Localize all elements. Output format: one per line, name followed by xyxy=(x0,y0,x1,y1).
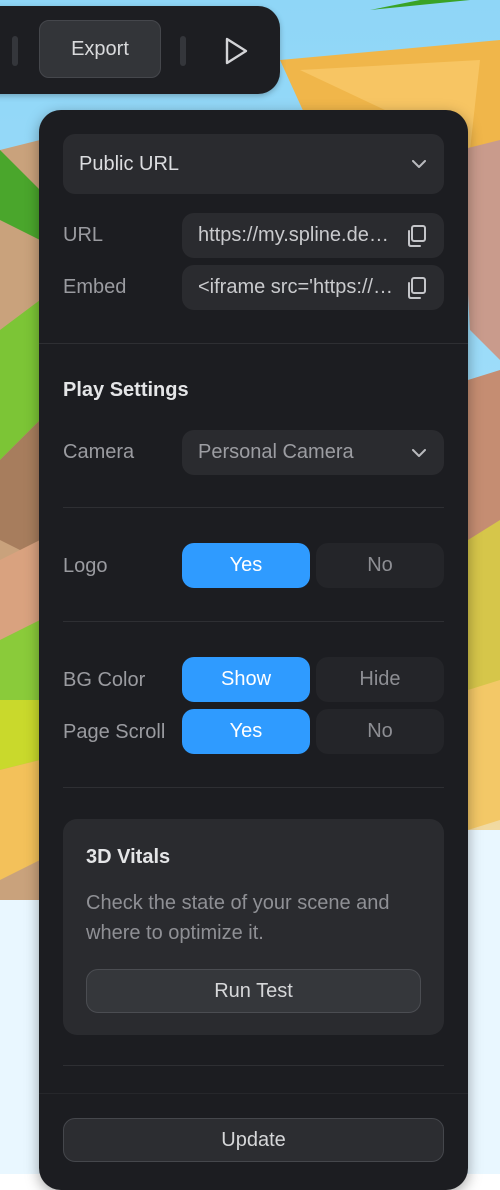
vitals-description: Check the state of your scene and where … xyxy=(86,888,390,948)
bg-color-label: BG Color xyxy=(63,669,146,691)
embed-value: <iframe src='https://my.spline.design/ xyxy=(198,276,394,298)
section-divider xyxy=(63,1065,444,1066)
logo-label: Logo xyxy=(63,555,108,577)
visibility-selected: Public URL xyxy=(79,152,180,175)
footer-divider xyxy=(39,1093,468,1094)
play-icon[interactable] xyxy=(222,36,250,66)
export-button[interactable]: Export xyxy=(39,20,161,78)
embed-label: Embed xyxy=(63,276,127,298)
chevron-down-icon xyxy=(412,160,426,168)
vitals-description-line: where to optimize it. xyxy=(86,922,264,944)
toolbar-divider xyxy=(12,36,18,66)
section-divider xyxy=(63,621,444,622)
camera-label: Camera xyxy=(63,441,135,463)
camera-dropdown[interactable]: Personal Camera xyxy=(182,430,444,475)
logo-yes-button[interactable]: Yes xyxy=(182,543,310,588)
copy-icon[interactable] xyxy=(404,276,428,300)
run-test-button[interactable]: Run Test xyxy=(86,969,421,1013)
chevron-down-icon xyxy=(412,448,426,457)
url-field[interactable]: https://my.spline.design/ xyxy=(182,213,444,258)
top-toolbar: Export xyxy=(0,6,280,94)
section-divider xyxy=(39,343,468,344)
url-label: URL xyxy=(63,224,104,246)
page-scroll-yes-button[interactable]: Yes xyxy=(182,709,310,754)
embed-field[interactable]: <iframe src='https://my.spline.design/ xyxy=(182,265,444,310)
update-button[interactable]: Update xyxy=(63,1118,444,1162)
vitals-card: 3D Vitals Check the state of your scene … xyxy=(63,819,444,1035)
page-scroll-no-button[interactable]: No xyxy=(316,709,444,754)
url-value: https://my.spline.design/ xyxy=(198,224,394,246)
vitals-title: 3D Vitals xyxy=(86,846,171,868)
camera-selected: Personal Camera xyxy=(198,441,354,463)
logo-no-button[interactable]: No xyxy=(316,543,444,588)
play-settings-heading: Play Settings xyxy=(63,379,189,401)
toolbar-divider xyxy=(180,36,186,66)
vitals-description-line: Check the state of your scene and xyxy=(86,892,390,914)
section-divider xyxy=(63,507,444,508)
bg-color-hide-button[interactable]: Hide xyxy=(316,657,444,702)
copy-icon[interactable] xyxy=(404,224,428,248)
section-divider xyxy=(63,787,444,788)
page-scroll-label: Page Scroll xyxy=(63,721,166,743)
bg-color-show-button[interactable]: Show xyxy=(182,657,310,702)
visibility-dropdown[interactable]: Public URL xyxy=(63,134,444,194)
export-panel: Public URL URL https://my.spline.design/… xyxy=(39,110,468,1190)
